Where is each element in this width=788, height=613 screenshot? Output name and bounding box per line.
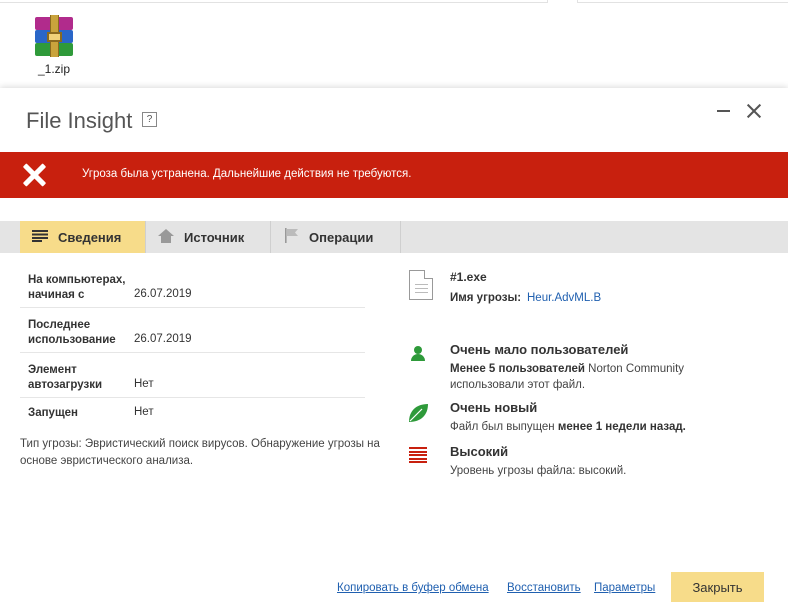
tab-details-label: Сведения: [58, 229, 122, 245]
indicator-heading: Очень новый: [450, 400, 538, 415]
table-row: Запущен Нет: [20, 398, 365, 426]
list-icon: [32, 229, 48, 245]
table-row: Последнее использование 26.07.2019: [20, 308, 365, 353]
alert-message: Угроза была устранена. Дальнейшие действ…: [82, 168, 412, 180]
minimize-button[interactable]: [716, 100, 732, 120]
flag-icon: [285, 228, 299, 246]
row-value: Нет: [134, 406, 154, 418]
settings-link[interactable]: Параметры: [594, 582, 655, 594]
threat-name-label: Имя угрозы:: [450, 292, 522, 304]
row-value: Нет: [134, 378, 154, 390]
row-label: Элемент автозагрузки: [28, 364, 103, 391]
desktop-file[interactable]: _1.zip: [22, 12, 86, 76]
threat-type-note: Тип угрозы: Эвристический поиск вирусов.…: [20, 438, 380, 467]
restore-link[interactable]: Восстановить: [507, 582, 581, 594]
x-mark-icon: [22, 163, 47, 187]
desktop-frame-left: [0, 0, 548, 3]
row-label: На компьютерах, начиная с: [28, 274, 126, 301]
file-name: #1.exe: [450, 270, 487, 284]
indicator-description: Файл был выпущен менее 1 недели назад.: [450, 421, 686, 433]
row-label: Запущен: [28, 407, 78, 419]
winrar-archive-icon: [29, 12, 79, 58]
tab-details[interactable]: Сведения: [20, 221, 146, 253]
tab-bar: Сведения Источник Операции: [0, 221, 788, 253]
tab-source-label: Источник: [184, 229, 245, 245]
desktop-file-name: _1.zip: [37, 62, 71, 76]
leaf-icon: [407, 402, 429, 424]
tab-operations[interactable]: Операции: [271, 221, 401, 253]
dialog-title: File Insight: [26, 108, 133, 133]
document-icon: [409, 270, 433, 300]
dialog-footer: Копировать в буфер обмена Восстановить П…: [0, 572, 788, 602]
close-button[interactable]: Закрыть: [671, 572, 764, 602]
row-value: 26.07.2019: [134, 288, 192, 300]
indicator-description: Менее 5 пользователей Norton Community и…: [450, 363, 685, 391]
indicator-heading: Высокий: [450, 444, 509, 459]
row-value: 26.07.2019: [134, 333, 192, 345]
copy-to-clipboard-link[interactable]: Копировать в буфер обмена: [337, 582, 489, 594]
minimize-icon: [717, 110, 730, 112]
threat-bars-icon: [409, 447, 427, 463]
close-window-button[interactable]: [745, 102, 763, 120]
indicator-heading: Очень мало пользователей: [450, 342, 629, 357]
tab-operations-label: Операции: [309, 229, 374, 245]
indicator-description: Уровень угрозы файла: высокий.: [450, 465, 627, 477]
details-table: На компьютерах, начиная с 26.07.2019 Посл…: [20, 265, 365, 426]
tab-source[interactable]: Источник: [146, 221, 271, 253]
desktop-frame-right: [577, 0, 788, 3]
row-label: Последнее использование: [28, 319, 116, 346]
file-insight-dialog: File Insight ? Угроза была устранена. Да…: [0, 88, 788, 613]
table-row: На компьютерах, начиная с 26.07.2019: [20, 265, 365, 308]
help-icon[interactable]: ?: [142, 112, 157, 127]
home-icon: [158, 228, 174, 246]
threat-alert-banner: Угроза была устранена. Дальнейшие действ…: [0, 152, 788, 198]
desktop-area: _1.zip: [0, 0, 788, 88]
threat-name-link[interactable]: Heur.AdvML.B: [527, 292, 601, 304]
user-icon: [411, 346, 425, 361]
table-row: Элемент автозагрузки Нет: [20, 353, 365, 398]
